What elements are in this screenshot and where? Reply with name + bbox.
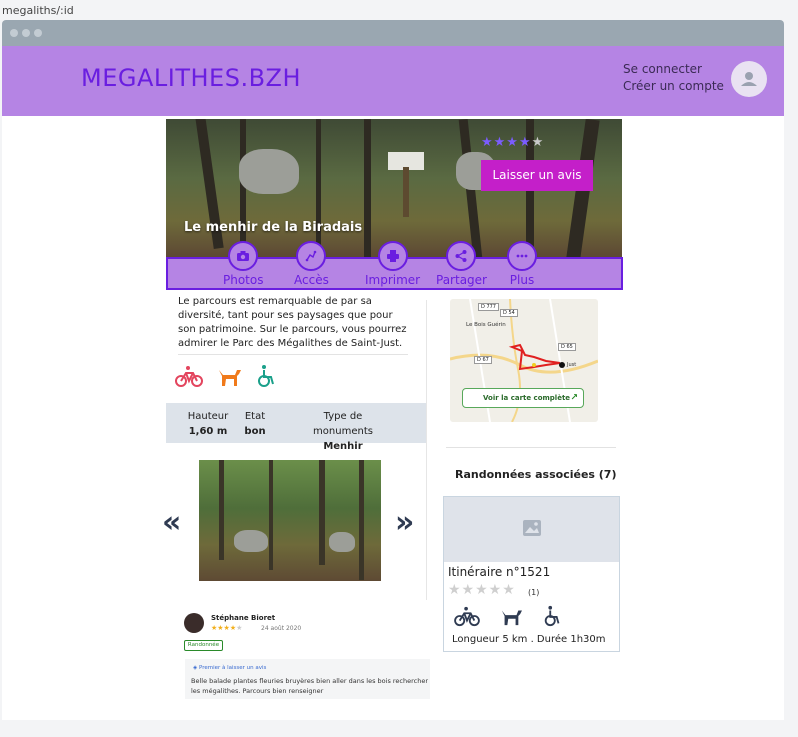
route-label: megaliths/:id: [2, 4, 74, 17]
spec-value: Menhir: [323, 441, 363, 452]
spec-type: Type de monuments Menhir: [294, 409, 392, 454]
rando-rating-count: (1): [528, 588, 540, 597]
window-dot[interactable]: [34, 29, 42, 37]
sign-post: [403, 167, 409, 217]
review-date: 24 août 2020: [261, 625, 302, 632]
signup-link[interactable]: Créer un compte: [623, 78, 724, 95]
camera-icon: [228, 241, 259, 271]
description-divider: [178, 354, 408, 355]
right-divider: [446, 447, 616, 448]
wheelchair-icon: [255, 364, 279, 392]
review-body: ◈ Premier à laisser un avis Belle balade…: [185, 659, 430, 699]
first-review-badge: ◈ Premier à laisser un avis: [193, 665, 267, 671]
bike-icon: [175, 364, 203, 392]
spec-value: bon: [244, 426, 266, 437]
action-more[interactable]: Plus: [507, 241, 537, 287]
rando-amenities: [454, 605, 564, 631]
action-label: Accès: [294, 273, 329, 287]
expand-icon: ↗: [570, 393, 578, 403]
map-place-label: Le Bois Guérin: [466, 322, 506, 328]
share-icon: [446, 241, 477, 271]
hero-rating: ★★★★★: [481, 135, 545, 150]
review-tag: Randonnée: [184, 640, 223, 651]
map-town-label: Just: [567, 362, 577, 368]
action-bar: Photos Accès Imprimer Partager Plus: [166, 241, 623, 290]
amenities: [175, 364, 279, 392]
spec-label: Hauteur: [187, 411, 229, 422]
action-print[interactable]: Imprimer: [365, 241, 420, 287]
reviewer-avatar: [184, 613, 204, 633]
brand-logo[interactable]: MEGALITHES.BZH: [81, 64, 301, 92]
wheelchair-icon: [542, 605, 564, 631]
site-header: MEGALITHES.BZH Se connecter Créer un com…: [2, 46, 784, 116]
rando-card[interactable]: Itinéraire n°1521 ★★★★★ (1) Longueur 5 k…: [443, 496, 620, 652]
rando-footer: Longueur 5 km . Durée 1h30m: [452, 634, 606, 645]
first-review-badge-text: Premier à laisser un avis: [198, 665, 267, 671]
spec-state: Etat bon: [242, 409, 268, 439]
image-placeholder-icon: [444, 497, 619, 562]
spec-height: Hauteur 1,60 m: [186, 409, 230, 439]
description-text: Le parcours est remarquable de par sa di…: [178, 296, 407, 349]
login-link[interactable]: Se connecter: [623, 61, 724, 78]
megalith-title: Le menhir de la Biradais: [184, 220, 363, 235]
action-label: Imprimer: [365, 273, 421, 287]
spec-value: 1,60 m: [188, 426, 228, 437]
road-label: D 54: [500, 309, 518, 317]
action-access[interactable]: Accès: [294, 241, 329, 287]
window-dot[interactable]: [22, 29, 30, 37]
review-text: Belle balade plantes fleuries bruyères b…: [191, 677, 429, 695]
auth-links: Se connecter Créer un compte: [623, 61, 724, 95]
full-map-button-label: Voir la carte complète: [483, 394, 571, 402]
bike-icon: [454, 605, 480, 631]
specs-table: Hauteur 1,60 m Etat bon Type de monument…: [166, 403, 426, 452]
review-rating: ★★★★★: [211, 624, 243, 632]
print-icon: [377, 241, 408, 271]
rando-title: Itinéraire n°1521: [448, 565, 551, 579]
gallery-prev-button[interactable]: «: [162, 505, 181, 540]
route-icon: [296, 241, 327, 271]
reviewer-name: Stéphane Bioret: [211, 614, 276, 622]
user-avatar-icon[interactable]: [731, 61, 767, 97]
window-titlebar: [2, 20, 784, 46]
spec-label: Etat: [244, 411, 266, 422]
road-label: D 67: [474, 356, 492, 364]
gallery-next-button[interactable]: »: [395, 505, 414, 540]
action-photos[interactable]: Photos: [223, 241, 263, 287]
action-share[interactable]: Partager: [436, 241, 487, 287]
spec-label: Type de monuments: [313, 411, 373, 437]
review-card: Stéphane Bioret ★★★★★ 24 août 2020 Rando…: [171, 600, 430, 700]
dog-icon: [498, 605, 524, 631]
gallery-image[interactable]: [199, 460, 381, 581]
action-label: Plus: [509, 273, 535, 287]
leave-review-button[interactable]: Laisser un avis: [481, 160, 593, 191]
full-map-button[interactable]: Voir la carte complète ↗: [462, 388, 584, 408]
window-dot[interactable]: [10, 29, 18, 37]
randos-title: Randonnées associées (7): [455, 468, 617, 481]
dog-icon: [215, 364, 243, 392]
map-thumbnail[interactable]: D 777 D 54 D 65 D 67 Le Bois Guérin Just…: [450, 299, 598, 422]
rando-rating: ★★★★★: [448, 582, 516, 598]
action-label: Photos: [223, 273, 264, 287]
road-label: D 777: [478, 303, 499, 311]
action-label: Partager: [436, 273, 487, 287]
more-icon: [507, 241, 537, 271]
road-label: D 65: [558, 343, 576, 351]
